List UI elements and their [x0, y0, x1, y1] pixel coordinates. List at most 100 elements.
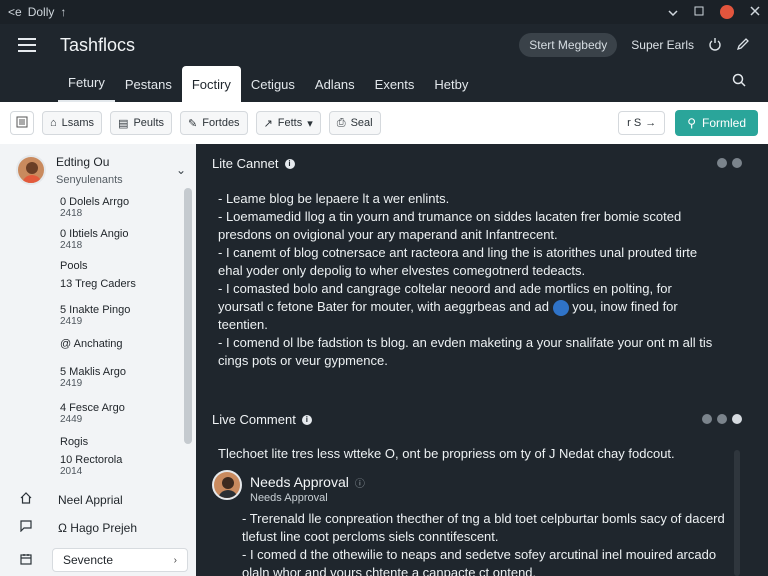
seal-button[interactable]: ⎙ Seal — [328, 111, 381, 135]
window-icon[interactable] — [694, 5, 704, 19]
user-name[interactable]: Super Earls — [631, 38, 694, 52]
print-icon: ⎙ — [336, 116, 346, 129]
app-title: Tashflocs — [60, 34, 136, 55]
sidebar-item[interactable]: 13 Treg Caders — [0, 278, 136, 290]
dot-icon[interactable] — [717, 158, 727, 168]
comment-status: Needs Approval — [250, 492, 328, 504]
dot-icon[interactable] — [732, 414, 742, 424]
sidebar-item-title: 5 Inakte Pingo — [60, 304, 131, 316]
lsams-label: Lsams — [61, 117, 95, 129]
comment-intro: Tlechoet lite tres less wtteke O, ont be… — [218, 446, 675, 461]
list-item: Leame blog be lepaere lt a wer enlints. — [218, 190, 718, 208]
sidebar-item[interactable]: Pools — [0, 260, 88, 272]
app-header: Tashflocs Stert Megbedy Super Earls — [0, 24, 768, 66]
sidebar-item-title: 10 Rectorola — [60, 454, 123, 466]
sidebar-item-title: Pools — [60, 260, 88, 272]
fortdes-label: Fortdes — [202, 117, 240, 129]
peults-button[interactable]: ▤ Peults — [110, 111, 173, 135]
sidebar-item-title: 13 Treg Caders — [60, 278, 136, 290]
sidebar-item-sub: 2449 — [60, 414, 83, 425]
bullet-list: Leame blog be lepaere lt a wer enlints. … — [218, 190, 718, 370]
pager-box[interactable]: r S → — [618, 111, 666, 135]
highlight-icon[interactable] — [552, 299, 569, 316]
sidebar-item[interactable]: 5 Inakte Pingo 2419 — [0, 304, 130, 328]
calendar-icon[interactable] — [20, 552, 32, 570]
comment-body: Trerenald lle conpreation thecther of tn… — [242, 510, 732, 576]
list-item: I comasted bolo and cangrage coltelar ne… — [218, 280, 718, 334]
grid-icon — [16, 116, 28, 131]
tab-cetigus[interactable]: Cetigus — [241, 66, 305, 102]
list-item: I comend ol lbe fadstion ts blog. an evd… — [218, 334, 718, 370]
info-icon[interactable]: i — [301, 414, 312, 425]
peults-label: Peults — [133, 117, 165, 129]
sidebar-item[interactable]: @ Anchating — [0, 338, 123, 350]
header-pill-button[interactable]: Stert Megbedy — [519, 33, 618, 57]
avatar — [212, 470, 242, 500]
back-label[interactable]: <e — [8, 5, 22, 19]
sidebar-item-label: Ω Hago Prejeh — [58, 520, 138, 535]
list-item: I canemt of blog cotnersace ant racteora… — [218, 244, 718, 280]
sidebar: Edting Ou Senyulenants ⌄ 0 Dolels Arrgo … — [0, 144, 196, 576]
pen-icon: ✎ — [188, 117, 198, 130]
arrow-up-icon[interactable]: ↑ — [60, 5, 66, 19]
sidebar-item-project[interactable]: Ω Hago Prejeh — [0, 520, 196, 535]
grid-menu-button[interactable] — [10, 111, 34, 135]
info-icon[interactable]: ⓘ — [355, 475, 365, 490]
sidebar-item-title: @ Anchating — [60, 338, 123, 350]
dot-icon[interactable] — [702, 414, 712, 424]
sidebar-item[interactable]: 5 Maklis Argo 2419 — [0, 366, 126, 390]
section-title: Live Comment i — [212, 412, 312, 427]
arrow-icon: ↗ — [263, 117, 273, 130]
arrow-right-icon: → — [645, 117, 657, 129]
chat-icon — [20, 520, 32, 535]
sidebar-item[interactable]: 0 Dolels Arrgo 2418 — [0, 196, 129, 220]
tab-fetury[interactable]: Fetury — [58, 66, 115, 102]
close-icon[interactable] — [750, 5, 760, 19]
dot-icon[interactable] — [732, 158, 742, 168]
tab-hetby[interactable]: Hetby — [424, 66, 478, 102]
chevron-right-icon: › — [173, 554, 177, 566]
power-icon[interactable] — [708, 37, 722, 54]
info-icon[interactable]: i — [284, 158, 295, 169]
dot-icon[interactable] — [717, 414, 727, 424]
formled-button[interactable]: ⚲ Formled — [675, 110, 758, 136]
sidebar-user[interactable]: Edting Ou Senyulenants ⌄ — [0, 144, 196, 188]
fortdes-button[interactable]: ✎ Fortdes — [180, 111, 248, 135]
tab-foctiry[interactable]: Foctiry — [181, 66, 241, 102]
sidebar-item[interactable]: 0 Ibtiels Angio 2418 — [0, 228, 129, 252]
sidebar-item-sub: 2419 — [60, 378, 83, 389]
search-icon[interactable] — [732, 73, 746, 92]
sidebar-scrollbar[interactable] — [184, 188, 192, 444]
lsams-button[interactable]: ⌂ Lsams — [42, 111, 103, 135]
sidebar-item-title: Rogis — [60, 436, 89, 448]
gift-icon: ⚲ — [687, 116, 696, 130]
chevron-down-icon[interactable]: ⌄ — [176, 163, 186, 177]
sidebar-item[interactable]: 4 Fesce Argo 2449 — [0, 402, 125, 426]
main-scrollbar[interactable] — [734, 450, 740, 576]
chevron-down-icon[interactable] — [668, 5, 678, 19]
sidebar-item[interactable]: 10 Rectorola 2014 — [0, 454, 122, 478]
sidebar-item-sub: 2418 — [60, 240, 83, 251]
tab-adlans[interactable]: Adlans — [305, 66, 365, 102]
sidebar-user-name: Edting Ou — [56, 154, 110, 169]
sidebar-select[interactable]: Sevencte › — [52, 548, 188, 572]
toolbar: ⌂ Lsams ▤ Peults ✎ Fortdes ↗ Fetts ▾ ⎙ S… — [0, 102, 768, 144]
home-icon: ⌂ — [50, 117, 57, 129]
section-controls — [702, 414, 742, 424]
app-label: Dolly — [27, 5, 55, 19]
tab-pestans[interactable]: Pestans — [115, 66, 182, 102]
section-title-text: Lite Cannet — [212, 156, 279, 171]
home-icon — [20, 492, 32, 507]
section-title: Lite Cannet i — [212, 156, 295, 171]
edit-icon[interactable] — [736, 37, 750, 54]
window-titlebar: <e Dolly ↑ — [0, 0, 768, 24]
menu-icon[interactable] — [18, 38, 36, 52]
fetts-dropdown[interactable]: ↗ Fetts ▾ — [255, 111, 321, 135]
sidebar-item[interactable]: Rogis — [0, 436, 88, 448]
sidebar-item-approval[interactable]: Neel Apprial — [0, 492, 196, 507]
sidebar-item-sub: 2419 — [60, 316, 83, 327]
sidebar-user-sub: Senyulenants — [56, 173, 123, 186]
tab-exents[interactable]: Exents — [365, 66, 425, 102]
notification-badge-icon[interactable] — [720, 5, 734, 19]
sidebar-item-sub: 2418 — [60, 208, 83, 219]
